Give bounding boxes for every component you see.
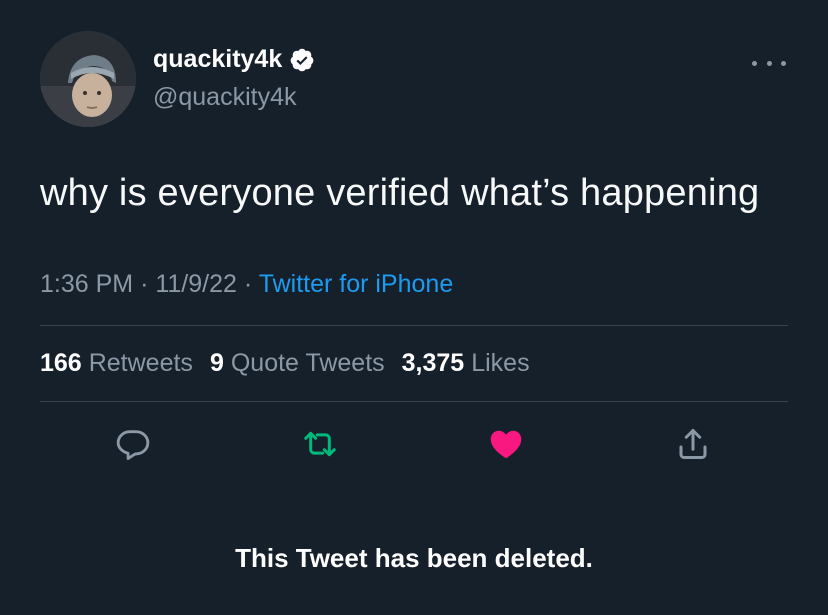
engagement-stats: 166 Retweets 9 Quote Tweets 3,375 Likes: [40, 349, 530, 378]
tweet-time[interactable]: 1:36 PM: [40, 270, 133, 298]
retweets-label: Retweets: [88, 349, 193, 377]
like-button[interactable]: [486, 424, 526, 464]
retweet-icon: [304, 431, 336, 457]
author-handle[interactable]: @quackity4k: [153, 83, 297, 112]
retweets-stat[interactable]: 166 Retweets: [40, 349, 193, 378]
tweet-card: quackity4k @quackity4k why is everyone v…: [0, 0, 828, 615]
meta-separator: ·: [140, 270, 156, 298]
quote-tweets-count: 9: [209, 349, 224, 377]
quote-tweets-stat[interactable]: 9 Quote Tweets: [210, 349, 385, 378]
more-options-icon[interactable]: [752, 58, 786, 68]
more-dot: [766, 60, 772, 66]
tweet-text: why is everyone verified what’s happenin…: [40, 172, 760, 214]
more-dot: [752, 60, 757, 66]
share-button[interactable]: [673, 424, 713, 464]
quote-tweets-label: Quote Tweets: [230, 349, 385, 377]
tweet-source-link[interactable]: Twitter for iPhone: [259, 270, 454, 298]
divider: [40, 325, 788, 326]
author-name-row[interactable]: quackity4k: [153, 45, 315, 74]
share-icon: [679, 429, 707, 459]
meta-separator: ·: [243, 270, 259, 298]
avatar[interactable]: [40, 31, 136, 127]
retweet-button[interactable]: [300, 424, 340, 464]
likes-stat[interactable]: 3,375 Likes: [402, 349, 530, 378]
avatar-image: [40, 31, 136, 127]
retweets-count: 166: [40, 349, 82, 377]
display-name[interactable]: quackity4k: [153, 45, 282, 74]
verified-badge-icon[interactable]: [289, 47, 315, 73]
likes-label: Likes: [471, 349, 530, 377]
deleted-notice: This Tweet has been deleted.: [235, 543, 593, 573]
like-icon: [490, 430, 522, 458]
reply-icon: [116, 430, 150, 460]
tweet-meta: 1:36 PM · 11/9/22 · Twitter for iPhone: [40, 270, 453, 299]
divider: [40, 401, 788, 402]
more-dot: [781, 60, 786, 66]
likes-count: 3,375: [401, 349, 465, 377]
reply-button[interactable]: [113, 424, 153, 464]
tweet-date[interactable]: 11/9/22: [155, 270, 237, 298]
